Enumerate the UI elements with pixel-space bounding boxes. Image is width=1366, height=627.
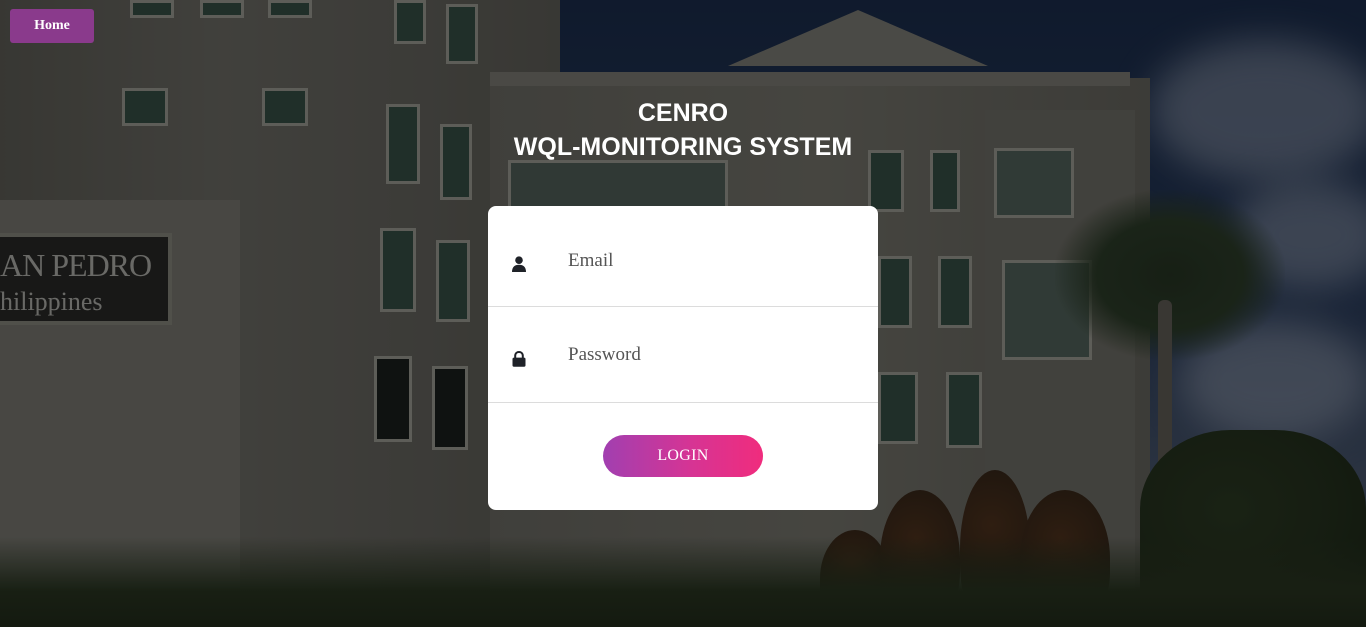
email-field-row xyxy=(488,216,878,307)
email-input[interactable] xyxy=(568,216,858,306)
password-field-row xyxy=(488,307,878,403)
login-card: LOGIN xyxy=(488,206,878,510)
password-input[interactable] xyxy=(568,307,858,402)
page-title-line1: CENRO xyxy=(637,99,729,127)
home-button[interactable]: Home xyxy=(10,9,94,43)
lock-icon xyxy=(512,350,526,367)
user-icon xyxy=(512,256,526,272)
page-title-line2: WQL-MONITORING SYSTEM xyxy=(513,133,853,161)
login-button[interactable]: LOGIN xyxy=(603,435,763,477)
